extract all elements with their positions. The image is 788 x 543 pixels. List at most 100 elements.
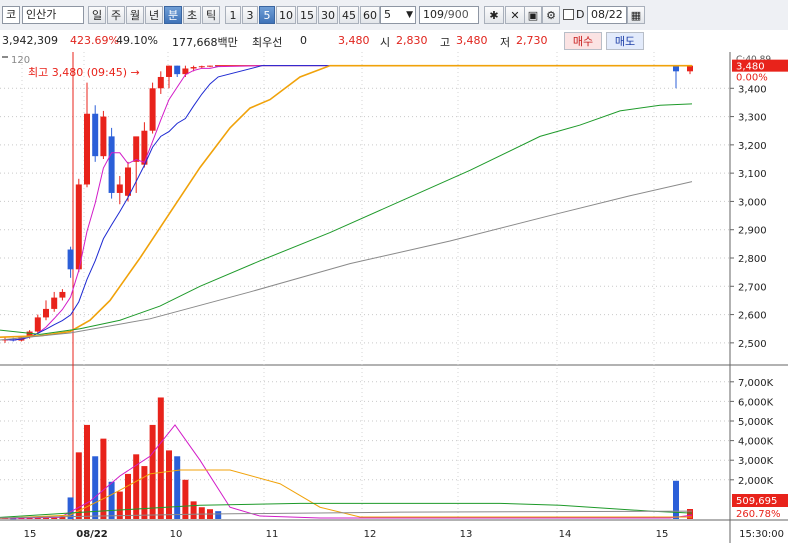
candle-body [157,76,164,89]
candle-body [116,184,123,193]
volume-bar [100,438,107,519]
period-tab[interactable]: 분 [164,6,182,24]
volume-bar [157,397,164,519]
calendar-icon[interactable]: ▦ [627,6,645,24]
candle-body [673,65,679,72]
interval-tab[interactable]: 45 [339,6,359,24]
priority-label: 최우선 [252,36,283,49]
price-tick-label: 2,500 [738,339,767,350]
candle-body [149,88,156,131]
d-checkbox-label: D [576,8,585,21]
interval-tab[interactable]: 5 [259,6,275,24]
volume-bar [116,491,123,519]
volume-bar [174,456,181,519]
volume-tick-label: 4,000K [738,437,774,448]
volume-bar [125,473,131,519]
chart-toolbar: 코 인산가 일주월년분초틱 1 3 5 10 15 30 45 60 5 ▼ 109/900 … [0,0,788,31]
time-label: 15 [24,529,37,540]
d-checkbox[interactable] [563,9,574,20]
candle-body [59,291,66,298]
volume-pct-tag: 260.78% [736,509,781,520]
volume-bar [215,511,222,519]
period-tab[interactable]: 년 [145,6,163,24]
candle-body [687,65,693,72]
volume-bar [673,480,679,519]
interval-tab[interactable]: 1 [225,6,241,24]
candle-body [67,249,74,270]
volume-bar [149,424,156,519]
candle-body [34,317,41,332]
low-label: 저 [500,36,511,49]
price-tick-label: 2,900 [738,226,767,237]
time-end-label: 15:30:00 [739,529,784,540]
open-value: 2,830 [396,34,428,47]
current-price: 3,480 [338,34,370,47]
price-tick-label: 3,100 [738,169,767,180]
market-code-box[interactable]: 코 [2,6,20,24]
volume-bar [166,450,172,519]
time-label: 11 [266,529,279,540]
candle-body [100,116,107,157]
period-tab[interactable]: 월 [126,6,144,24]
save-icon[interactable]: ▣ [524,6,542,24]
high-price-annotation: 최고 3,480 (09:45) → [28,66,140,79]
current-pct-tag: 0.00% [736,73,768,84]
price-tick-label: 3,200 [738,141,767,152]
count-current: 109 [423,8,444,21]
candle-body [125,167,131,196]
ma120-legend-swatch [2,56,8,58]
count-total: /900 [444,8,469,21]
open-label: 시 [380,36,391,49]
period-tab[interactable]: 주 [107,6,125,24]
ma120-legend-label: 120 [11,55,30,66]
candle-body [198,66,205,68]
volume-bar [198,507,205,519]
crosshair-icon[interactable]: ✕ [505,6,525,24]
chart-background [0,52,788,543]
interval-tab[interactable]: 3 [242,6,258,24]
volume-bar [84,424,90,519]
candle-body [133,136,140,162]
price-tick-label: 2,800 [738,254,767,265]
gear-icon[interactable]: ⚙ [542,6,560,24]
volume-value: 3,942,309 [2,34,58,47]
interval-tab[interactable]: 30 [318,6,338,24]
interval-tab[interactable]: 60 [360,6,380,24]
change-rate: 423.69% [70,34,119,47]
volume-bar [67,497,74,519]
time-label: 13 [460,529,473,540]
candle-body [174,65,181,75]
interval-tab[interactable]: 15 [297,6,317,24]
sell-button[interactable]: 매도 [606,32,644,50]
candle-style-icon[interactable]: ✱ [484,6,504,24]
volume-tag: 509,695 [736,496,777,507]
trade-amount: 177,668백만 [172,36,238,49]
high-value: 3,480 [456,34,488,47]
time-label: 15 [656,529,669,540]
candle-body [84,113,90,185]
period-tab[interactable]: 틱 [202,6,220,24]
time-label: 12 [364,529,377,540]
candle-body [92,113,99,157]
priority-value: 0 [300,34,307,47]
stock-name-input[interactable]: 인산가 [22,6,84,24]
interval-select[interactable]: 5 ▼ [380,6,416,24]
turnover-rate: 49.10% [116,34,158,47]
period-tab[interactable]: 일 [88,6,106,24]
candle-body [75,184,82,270]
interval-tab[interactable]: 10 [276,6,296,24]
candle-body [43,308,49,318]
date-input[interactable]: 08/22 [587,6,627,24]
buy-button[interactable]: 매수 [564,32,602,50]
quote-info-bar: 3,942,309 423.69% 49.10% 177,668백만 최우선 0… [0,30,788,53]
price-tick-label: 3,000 [738,197,767,208]
count-field[interactable]: 109/900 [419,6,479,24]
time-label: 10 [170,529,183,540]
stock-chart[interactable]: 3,400 3,300 3,200 3,100 3,000 2,900 2,800 2,700… [0,52,788,543]
candle-body [108,136,115,193]
time-label: 14 [559,529,572,540]
period-tab[interactable]: 초 [183,6,201,24]
volume-bar [182,479,189,519]
low-value: 2,730 [516,34,548,47]
price-tick-label: 3,400 [738,84,767,95]
